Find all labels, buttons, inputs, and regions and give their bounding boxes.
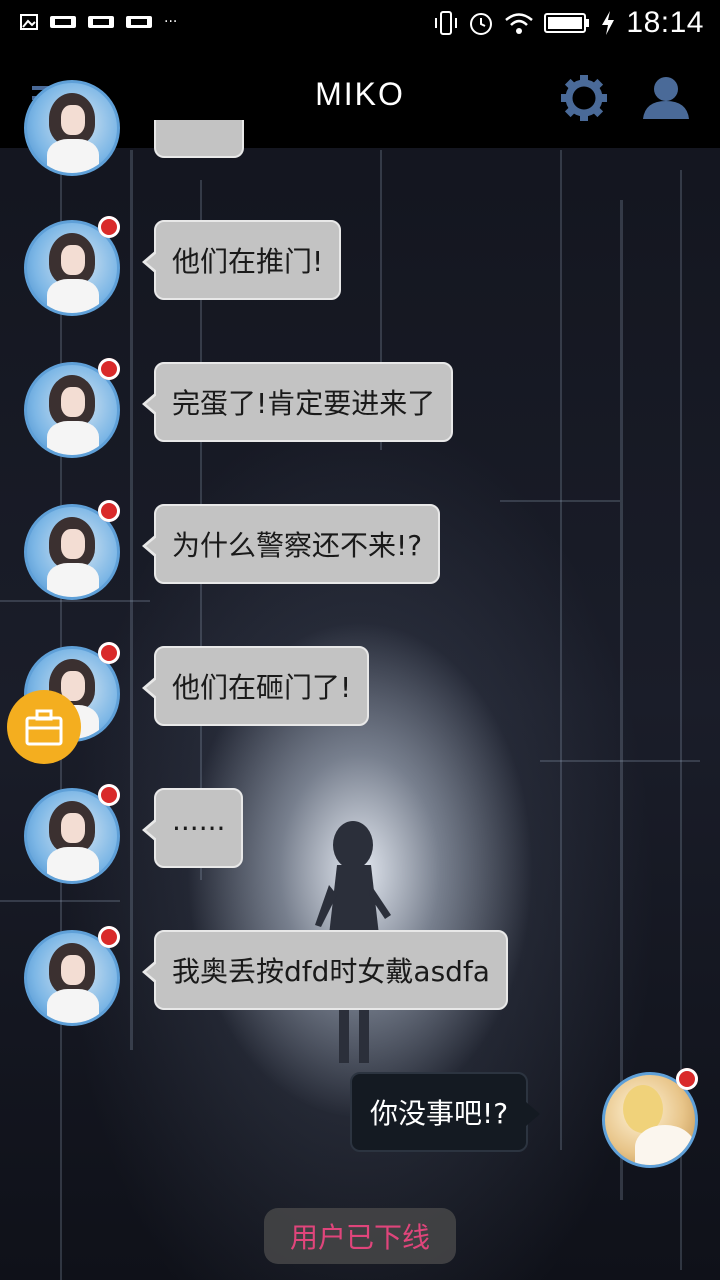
- gear-icon: [561, 75, 607, 121]
- floating-bag-button[interactable]: [7, 690, 81, 764]
- user-icon: [643, 77, 689, 119]
- status-right-icons: 18:14: [434, 6, 704, 40]
- vibrate-icon: [435, 11, 458, 35]
- message-bubble[interactable]: 完蛋了!肯定要进来了: [141, 362, 454, 442]
- message-bubble[interactable]: 他们在推门!: [141, 220, 342, 300]
- bag-icon: [25, 709, 63, 746]
- strawberry-decoration: [98, 784, 120, 806]
- wifi-icon: [505, 13, 534, 34]
- strawberry-decoration: [98, 926, 120, 948]
- offline-status-label: 用户已下线: [264, 1208, 456, 1264]
- strawberry-decoration: [98, 642, 120, 664]
- status-bar: ··· 18:14: [0, 0, 720, 48]
- alarm-icon: [470, 13, 493, 35]
- status-left-icons: ···: [20, 14, 177, 30]
- message-bubble[interactable]: ······: [141, 788, 244, 868]
- assistant-avatar[interactable]: [24, 80, 120, 176]
- strawberry-decoration: [98, 500, 120, 522]
- message-bubble[interactable]: 我奥丢按dfd时女戴asdfa: [142, 930, 508, 1010]
- profile-button[interactable]: [638, 70, 694, 126]
- notification-icon: [126, 16, 152, 28]
- battery-icon: [544, 13, 590, 33]
- settings-button[interactable]: [556, 70, 612, 126]
- message-bubble[interactable]: 他们在砸门了!: [141, 646, 370, 726]
- notification-icon: [50, 16, 76, 28]
- notification-icon: [88, 16, 114, 28]
- strawberry-decoration: [676, 1068, 698, 1090]
- more-dots: ···: [164, 14, 178, 30]
- message-bubble[interactable]: 为什么警察还不来!?: [141, 504, 441, 584]
- user-message-bubble[interactable]: 你没事吧!?: [350, 1072, 541, 1152]
- message-bubble-partial: [154, 120, 244, 158]
- status-clock: 18:14: [626, 6, 704, 39]
- charging-icon: [602, 11, 615, 35]
- image-icon: [20, 14, 38, 30]
- strawberry-decoration: [98, 358, 120, 380]
- strawberry-decoration: [98, 216, 120, 238]
